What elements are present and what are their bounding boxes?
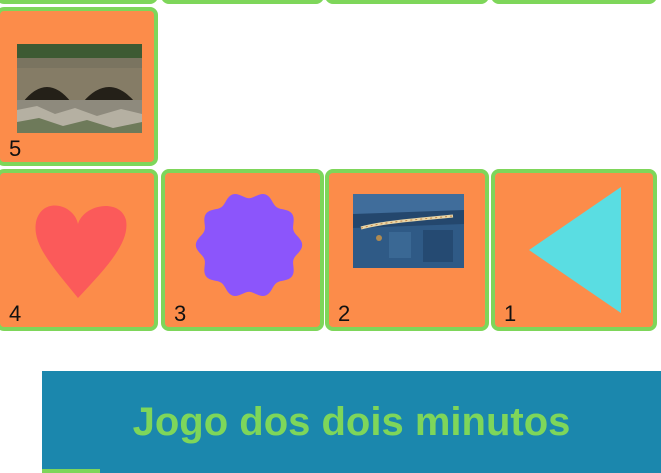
- card-number: 1: [504, 301, 517, 326]
- card-partial-top-1[interactable]: [0, 0, 158, 4]
- jeans-photo: [353, 194, 464, 268]
- game-title: Jogo dos dois minutos: [132, 400, 571, 444]
- card-number: 2: [338, 301, 351, 326]
- card-4[interactable]: 4: [0, 169, 158, 331]
- stone-bridge-photo: [17, 44, 142, 133]
- card-partial-top-3[interactable]: [325, 0, 489, 4]
- card-1[interactable]: 1: [491, 169, 657, 331]
- card-3[interactable]: 3: [161, 169, 324, 331]
- card-5[interactable]: 5: [0, 7, 158, 166]
- game-board: 5 4 3 2 1 Jogo dos dois minutos: [0, 0, 661, 473]
- card-number: 5: [9, 136, 22, 161]
- card-partial-top-2[interactable]: [161, 0, 324, 4]
- card-number: 4: [9, 301, 22, 326]
- card-partial-top-4[interactable]: [491, 0, 657, 4]
- card-2[interactable]: 2: [325, 169, 489, 331]
- heart-icon: [35, 205, 127, 298]
- wavy-circle-icon: [195, 194, 303, 296]
- card-number: 3: [174, 301, 187, 326]
- left-triangle-icon: [529, 187, 621, 313]
- title-banner: Jogo dos dois minutos: [42, 371, 661, 473]
- bottom-accent-bar: [42, 469, 100, 473]
